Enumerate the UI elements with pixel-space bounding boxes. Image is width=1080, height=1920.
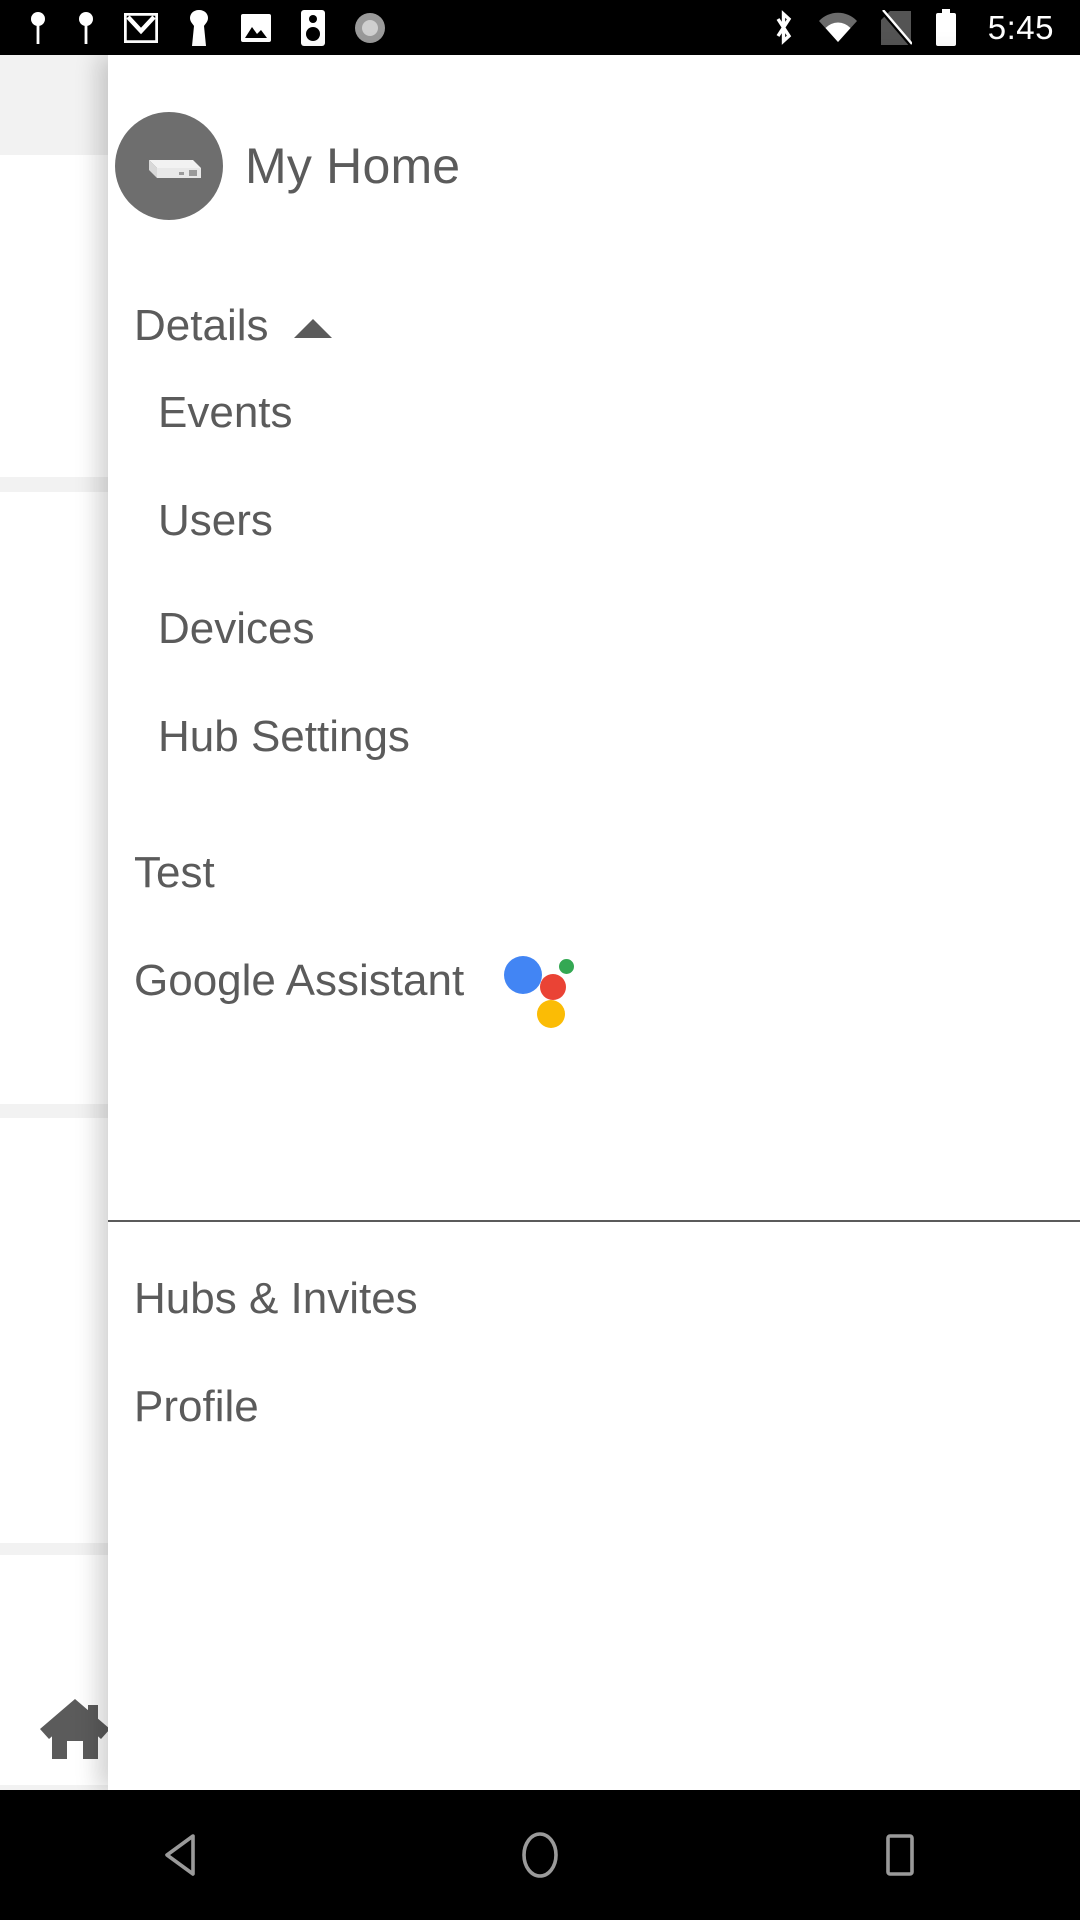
divider-wrap: [108, 1220, 1080, 1222]
sidebar-item-label: Events: [158, 388, 293, 437]
assistant-dot-yellow: [537, 1000, 566, 1028]
background-card: [0, 492, 108, 1104]
status-bar-notification-icons: [0, 9, 386, 47]
avatar[interactable]: [115, 112, 223, 220]
sidebar-item-hubs-and-invites[interactable]: Hubs & Invites: [108, 1245, 1080, 1353]
sidebar-item-label: Test: [134, 848, 215, 897]
hub-device-avatar-icon: [149, 160, 201, 178]
android-navigation-bar: [0, 1790, 1080, 1920]
sidebar-item-label: Devices: [158, 604, 315, 653]
background-card: [0, 1118, 108, 1543]
sidebar-item-users[interactable]: Users: [108, 467, 1080, 575]
speaker-icon: [301, 9, 325, 46]
no-sim-icon: [880, 9, 912, 46]
home-button[interactable]: [450, 1790, 630, 1920]
caret-up-icon[interactable]: [293, 318, 332, 338]
photo-icon: [241, 13, 271, 42]
page-title: My Home: [245, 138, 461, 194]
location-pin-icon: [31, 11, 45, 44]
sidebar-item-label: Hubs & Invites: [134, 1274, 418, 1323]
sidebar-item-events[interactable]: Events: [108, 359, 1080, 467]
recents-button[interactable]: [810, 1790, 990, 1920]
bluetooth-icon: [776, 9, 791, 45]
sidebar-item-label: Hub Settings: [158, 712, 410, 761]
home-icon[interactable]: [38, 1695, 112, 1761]
sidebar-item-hub-settings[interactable]: Hub Settings: [108, 683, 1080, 791]
battery-icon: [935, 8, 956, 46]
back-triangle-icon: [165, 1834, 195, 1876]
wifi-icon: [818, 12, 857, 42]
background-card: [0, 155, 108, 477]
sidebar-item-label: Profile: [134, 1382, 259, 1431]
sidebar-item-devices[interactable]: Devices: [108, 575, 1080, 683]
drawer-bottom-group: Hubs & Invites Profile: [108, 1245, 1080, 1461]
sidebar-item-label: Google Assistant: [134, 956, 465, 1005]
status-bar: 5:45: [0, 0, 1080, 55]
home-circle-icon: [522, 1832, 558, 1878]
sidebar-item-label: Users: [158, 496, 273, 545]
assistant-dot-green: [559, 959, 575, 974]
back-button[interactable]: [90, 1790, 270, 1920]
sidebar-item-google-assistant[interactable]: Google Assistant: [108, 927, 1080, 1035]
circular-sync-icon: [355, 12, 385, 43]
keyhole-icon: [190, 9, 208, 46]
sidebar-item-test[interactable]: Test: [108, 819, 1080, 927]
section-header-details[interactable]: Details: [108, 293, 1080, 359]
divider: [108, 1220, 1080, 1222]
navigation-drawer: My Home Details Events Users Devices Hub…: [108, 55, 1080, 1790]
drawer-header[interactable]: My Home: [108, 55, 1080, 230]
recents-square-icon: [886, 1834, 914, 1876]
assistant-dot-red: [540, 974, 567, 1000]
assistant-dot-blue: [504, 956, 543, 994]
google-assistant-logo-icon: [504, 950, 575, 1028]
status-bar-clock: 5:45: [987, 8, 1054, 46]
gmail-icon: [124, 12, 158, 43]
phone-screen: 5:45 My Home Details Events Users Device…: [0, 0, 1080, 1920]
status-bar-system-icons: 5:45: [771, 8, 1080, 47]
location-pin-icon: [79, 11, 93, 44]
sidebar-item-profile[interactable]: Profile: [108, 1353, 1080, 1461]
section-label: Details: [134, 301, 269, 350]
